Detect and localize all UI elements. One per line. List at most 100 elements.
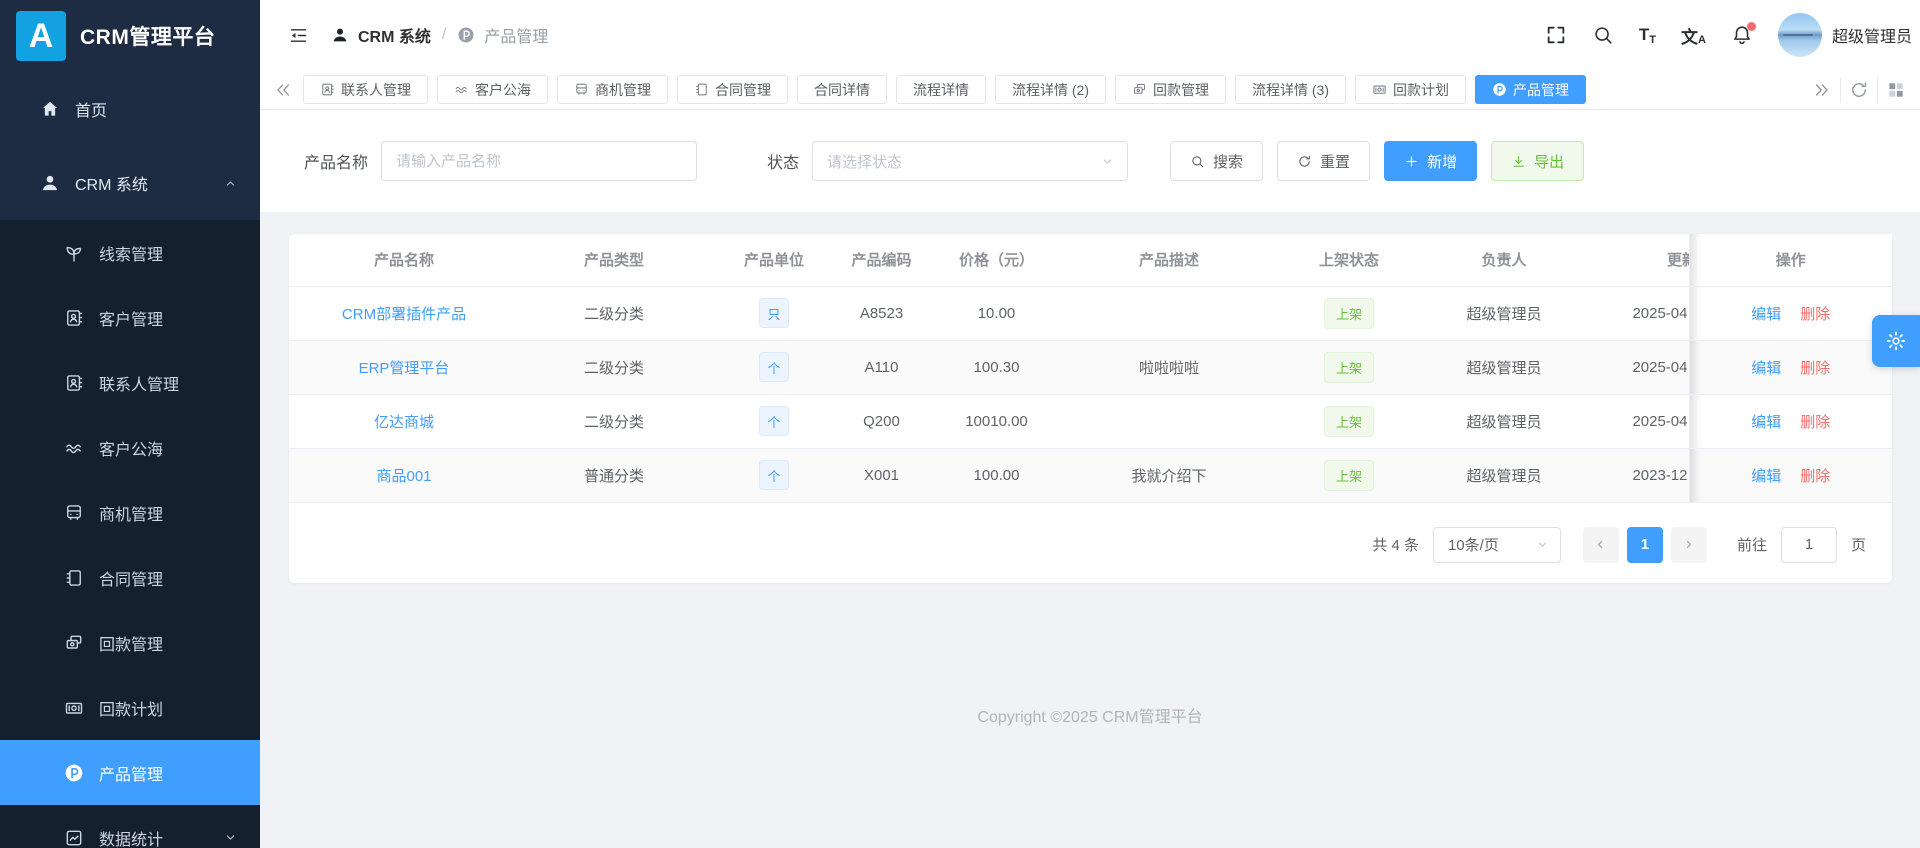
sidebar-item-4[interactable]: 商机管理 xyxy=(0,480,260,545)
tab-3[interactable]: 合同管理 xyxy=(677,75,788,104)
delete-link[interactable]: 删除 xyxy=(1800,414,1830,431)
product-name-link[interactable]: 商品001 xyxy=(376,468,431,485)
contract-icon xyxy=(64,568,84,588)
tab-label: 回款计划 xyxy=(1393,80,1449,100)
content: 产品名称 状态 请选择状态 搜索 重置 新增 xyxy=(260,110,1920,848)
stats-icon xyxy=(64,828,84,848)
sidebar-item-8[interactable]: 产品管理 xyxy=(0,740,260,805)
user-icon xyxy=(40,173,60,193)
product-name-input[interactable] xyxy=(381,141,697,181)
sidebar-item-label: 回款管理 xyxy=(99,631,163,655)
fullscreen-icon[interactable] xyxy=(1545,24,1567,46)
header-product-unit: 产品单位 xyxy=(709,234,839,286)
header-product-type: 产品类型 xyxy=(519,234,709,286)
contract-icon xyxy=(694,82,709,97)
font-size-icon[interactable]: TT xyxy=(1639,24,1656,46)
search-button[interactable]: 搜索 xyxy=(1170,141,1263,181)
page-size-value: 10条/页 xyxy=(1448,534,1499,555)
page-size-select[interactable]: 10条/页 xyxy=(1433,527,1561,563)
refresh-icon[interactable] xyxy=(1840,77,1877,103)
tab-6[interactable]: 流程详情 (2) xyxy=(995,75,1106,104)
tab-4[interactable]: 合同详情 xyxy=(797,75,887,104)
delete-link[interactable]: 删除 xyxy=(1800,360,1830,377)
product-name-link[interactable]: 亿达商城 xyxy=(374,414,434,431)
plan-icon xyxy=(1372,82,1387,97)
sidebar-item-label: 首页 xyxy=(75,97,107,121)
delete-link[interactable]: 删除 xyxy=(1800,468,1830,485)
sidebar-item-home[interactable]: 首页 xyxy=(0,72,260,146)
tab-5[interactable]: 流程详情 xyxy=(896,75,986,104)
sidebar-item-label: 商机管理 xyxy=(99,501,163,525)
sidebar-group-crm[interactable]: CRM 系统 xyxy=(0,146,260,220)
next-page-button[interactable] xyxy=(1671,527,1707,563)
tab-8[interactable]: 流程详情 (3) xyxy=(1235,75,1346,104)
prev-page-button[interactable] xyxy=(1583,527,1619,563)
edit-link[interactable]: 编辑 xyxy=(1751,360,1781,377)
tab-label: 合同管理 xyxy=(715,80,771,100)
avatar[interactable] xyxy=(1778,13,1822,57)
header-updated: 更新时间 xyxy=(1579,234,1689,286)
desc-cell: 啦啦啦啦 xyxy=(1069,340,1269,394)
sidebar-item-2[interactable]: 联系人管理 xyxy=(0,350,260,415)
current-page-button[interactable]: 1 xyxy=(1627,527,1663,563)
price-cell: 100.00 xyxy=(924,448,1069,502)
sidebar-item-5[interactable]: 合同管理 xyxy=(0,545,260,610)
product-name-link[interactable]: ERP管理平台 xyxy=(359,360,450,377)
business-icon xyxy=(574,82,589,97)
app-logo: A CRM管理平台 xyxy=(0,0,260,72)
tab-label: 流程详情 (3) xyxy=(1252,80,1329,100)
footer-copyright: Copyright ©2025 CRM管理平台 xyxy=(260,703,1920,727)
sidebar-item-7[interactable]: 回款计划 xyxy=(0,675,260,740)
product-type-cell: 普通分类 xyxy=(519,448,709,502)
export-button-label: 导出 xyxy=(1534,151,1564,172)
user-name[interactable]: 超级管理员 xyxy=(1832,23,1912,47)
tab-7[interactable]: 回款管理 xyxy=(1115,75,1226,104)
contacts-icon xyxy=(64,373,84,393)
product-name-link[interactable]: CRM部署插件产品 xyxy=(342,306,466,323)
reset-button-label: 重置 xyxy=(1320,151,1350,172)
contacts-icon xyxy=(320,82,335,97)
reset-button[interactable]: 重置 xyxy=(1277,141,1370,181)
sidebar-item-0[interactable]: 线索管理 xyxy=(0,220,260,285)
business-icon xyxy=(64,503,84,523)
menu-fold-icon[interactable] xyxy=(288,25,309,46)
tab-2[interactable]: 商机管理 xyxy=(557,75,668,104)
chevron-down-icon xyxy=(1535,537,1550,552)
app-root: A CRM管理平台 首页 CRM 系统 线索管理客户管理联系人管理客户公海商机管… xyxy=(0,0,1920,848)
delete-link[interactable]: 删除 xyxy=(1800,306,1830,323)
language-icon[interactable]: 文A xyxy=(1681,24,1706,46)
goto-page-input[interactable] xyxy=(1781,527,1837,563)
tab-label: 合同详情 xyxy=(814,80,870,100)
export-button[interactable]: 导出 xyxy=(1491,141,1584,181)
status-label: 状态 xyxy=(767,149,799,173)
status-select[interactable]: 请选择状态 xyxy=(812,141,1128,181)
sidebar-item-1[interactable]: 客户管理 xyxy=(0,285,260,350)
sidebar-item-label: 产品管理 xyxy=(99,761,163,785)
breadcrumb-root[interactable]: CRM 系统 xyxy=(358,23,431,47)
add-button[interactable]: 新增 xyxy=(1384,141,1477,181)
tab-label: 流程详情 xyxy=(913,80,969,100)
grid-icon[interactable] xyxy=(1877,77,1914,103)
tab-9[interactable]: 回款计划 xyxy=(1355,75,1466,104)
owner-cell: 超级管理员 xyxy=(1429,340,1579,394)
updated-cell: 2025-04 xyxy=(1579,413,1689,430)
edit-link[interactable]: 编辑 xyxy=(1751,306,1781,323)
bell-icon[interactable] xyxy=(1731,24,1753,46)
table-row: 商品001普通分类个X001100.00我就介绍下上架超级管理员2023-12编… xyxy=(289,448,1892,502)
tab-1[interactable]: 客户公海 xyxy=(437,75,548,104)
sidebar-item-label: 线索管理 xyxy=(99,241,163,265)
sidebar-item-6[interactable]: 回款管理 xyxy=(0,610,260,675)
product-code-cell: Q200 xyxy=(839,394,924,448)
settings-button[interactable] xyxy=(1872,315,1920,367)
edit-link[interactable]: 编辑 xyxy=(1751,468,1781,485)
tab-0[interactable]: 联系人管理 xyxy=(303,75,428,104)
tabs-scroll-left-icon[interactable] xyxy=(272,77,294,103)
tabs-bar: 联系人管理客户公海商机管理 合同管理 合同详情 流程详情 流程详情 (2) 回款管理 流程详… xyxy=(260,70,1920,110)
sidebar-item-3[interactable]: 客户公海 xyxy=(0,415,260,480)
tab-10[interactable]: 产品管理 xyxy=(1475,75,1586,104)
search-icon[interactable] xyxy=(1592,24,1614,46)
edit-link[interactable]: 编辑 xyxy=(1751,414,1781,431)
tabs-scroll-right-icon[interactable] xyxy=(1803,77,1840,103)
customer-icon xyxy=(64,308,84,328)
sidebar-item-9[interactable]: 数据统计 xyxy=(0,805,260,848)
